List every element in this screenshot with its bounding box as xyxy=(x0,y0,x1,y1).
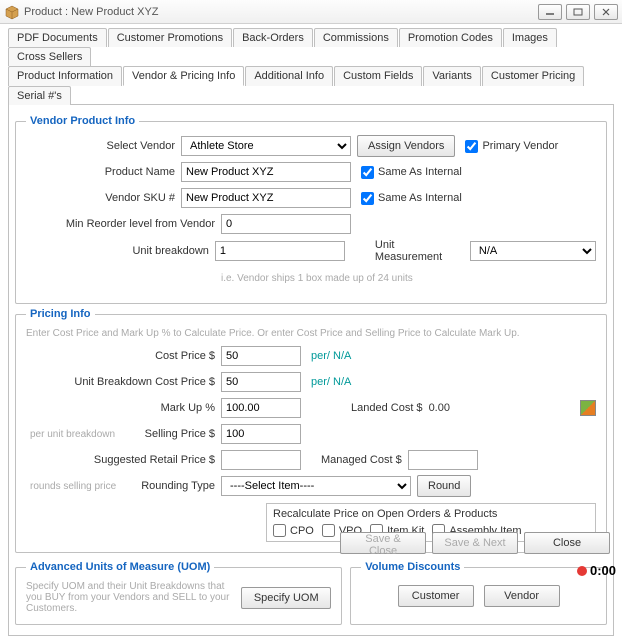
landed-cost-label: Landed Cost $ xyxy=(351,402,423,414)
ubcp-input[interactable] xyxy=(221,372,301,392)
tab-customer-promotions[interactable]: Customer Promotions xyxy=(108,28,232,47)
uom-legend: Advanced Units of Measure (UOM) xyxy=(26,561,214,573)
vol-legend: Volume Discounts xyxy=(361,561,464,573)
tab-promotion-codes[interactable]: Promotion Codes xyxy=(399,28,502,47)
landed-cost-value: 0.00 xyxy=(429,402,450,414)
same-as-internal-2-checkbox[interactable]: Same As Internal xyxy=(361,192,462,205)
assign-vendors-button[interactable]: Assign Vendors xyxy=(357,135,455,157)
srp-label: Suggested Retail Price $ xyxy=(26,454,221,466)
maximize-button[interactable] xyxy=(566,4,590,20)
unit-breakdown-hint: i.e. Vendor ships 1 box made up of 24 un… xyxy=(221,273,413,284)
save-next-button[interactable]: Save & Next xyxy=(432,532,518,554)
cost-price-input[interactable] xyxy=(221,346,301,366)
managed-cost-label: Managed Cost $ xyxy=(321,454,402,466)
managed-cost-input[interactable] xyxy=(408,450,478,470)
unit-breakdown-label: Unit breakdown xyxy=(26,245,215,257)
vol-customer-button[interactable]: Customer xyxy=(398,585,474,607)
primary-vendor-checkbox[interactable]: Primary Vendor xyxy=(465,140,558,153)
rounding-type-dropdown[interactable]: ----Select Item---- xyxy=(221,476,411,496)
unit-measurement-dropdown[interactable]: N/A xyxy=(470,241,596,261)
rounding-hint: rounds selling price xyxy=(26,481,126,492)
vol-vendor-button[interactable]: Vendor xyxy=(484,585,560,607)
selling-price-input[interactable] xyxy=(221,424,301,444)
product-name-input[interactable] xyxy=(181,162,351,182)
srp-input[interactable] xyxy=(221,450,301,470)
product-name-label: Product Name xyxy=(26,166,181,178)
ubcp-per: per/ N/A xyxy=(311,376,351,388)
vendor-sku-label: Vendor SKU # xyxy=(26,192,181,204)
pricing-info-group: Pricing Info Enter Cost Price and Mark U… xyxy=(15,308,607,553)
vendor-legend: Vendor Product Info xyxy=(26,115,139,127)
close-button[interactable]: Close xyxy=(524,532,610,554)
timer-display: 0:00 xyxy=(577,563,616,578)
record-dot-icon xyxy=(577,566,587,576)
same-as-internal-1-checkbox[interactable]: Same As Internal xyxy=(361,166,462,179)
min-reorder-input[interactable] xyxy=(221,214,351,234)
tab-additional-info[interactable]: Additional Info xyxy=(245,66,333,86)
recalc-title: Recalculate Price on Open Orders & Produ… xyxy=(273,508,589,520)
min-reorder-label: Min Reorder level from Vendor xyxy=(26,218,221,230)
tab-vendor-pricing-info[interactable]: Vendor & Pricing Info xyxy=(123,66,244,86)
specify-uom-button[interactable]: Specify UOM xyxy=(241,587,331,609)
volume-discounts-group: Volume Discounts Customer Vendor xyxy=(350,561,607,625)
cost-price-per: per/ N/A xyxy=(311,350,351,362)
save-close-button[interactable]: Save & Close xyxy=(340,532,426,554)
select-vendor-label: Select Vendor xyxy=(26,140,181,152)
selling-price-label: Selling Price $ xyxy=(126,428,221,440)
uom-hint: Specify UOM and their Unit Breakdowns th… xyxy=(26,581,231,614)
cost-price-label: Cost Price $ xyxy=(26,350,221,362)
unit-breakdown-input[interactable] xyxy=(215,241,345,261)
tab-serial-s[interactable]: Serial #'s xyxy=(8,86,71,105)
pricing-legend: Pricing Info xyxy=(26,308,95,320)
round-button[interactable]: Round xyxy=(417,475,471,497)
window-title: Product : New Product XYZ xyxy=(24,6,538,18)
per-unit-hint: per unit breakdown xyxy=(26,429,126,440)
tab-images[interactable]: Images xyxy=(503,28,557,47)
ubcp-label: Unit Breakdown Cost Price $ xyxy=(26,376,221,388)
uom-group: Advanced Units of Measure (UOM) Specify … xyxy=(15,561,342,625)
tab-variants[interactable]: Variants xyxy=(423,66,481,86)
select-vendor-dropdown[interactable]: Athlete Store xyxy=(181,136,351,156)
tab-custom-fields[interactable]: Custom Fields xyxy=(334,66,422,86)
unit-measurement-label: Unit Measurement xyxy=(375,239,462,263)
vendor-product-info-group: Vendor Product Info Select Vendor Athlet… xyxy=(15,115,607,304)
tab-product-information[interactable]: Product Information xyxy=(8,66,122,86)
tab-cross-sellers[interactable]: Cross Sellers xyxy=(8,47,91,66)
box-icon xyxy=(4,4,20,20)
tab-back-orders[interactable]: Back-Orders xyxy=(233,28,313,47)
rounding-type-label: Rounding Type xyxy=(126,480,221,492)
tab-customer-pricing[interactable]: Customer Pricing xyxy=(482,66,584,86)
pricing-hint: Enter Cost Price and Mark Up % to Calcul… xyxy=(26,328,596,339)
close-window-button[interactable] xyxy=(594,4,618,20)
recalc-cpo-checkbox[interactable]: CPO xyxy=(273,524,314,537)
tab-commissions[interactable]: Commissions xyxy=(314,28,398,47)
markup-label: Mark Up % xyxy=(26,402,221,414)
landed-cost-icon[interactable] xyxy=(580,400,596,416)
vendor-sku-input[interactable] xyxy=(181,188,351,208)
tab-pdf-documents[interactable]: PDF Documents xyxy=(8,28,107,47)
minimize-button[interactable] xyxy=(538,4,562,20)
markup-input[interactable] xyxy=(221,398,301,418)
